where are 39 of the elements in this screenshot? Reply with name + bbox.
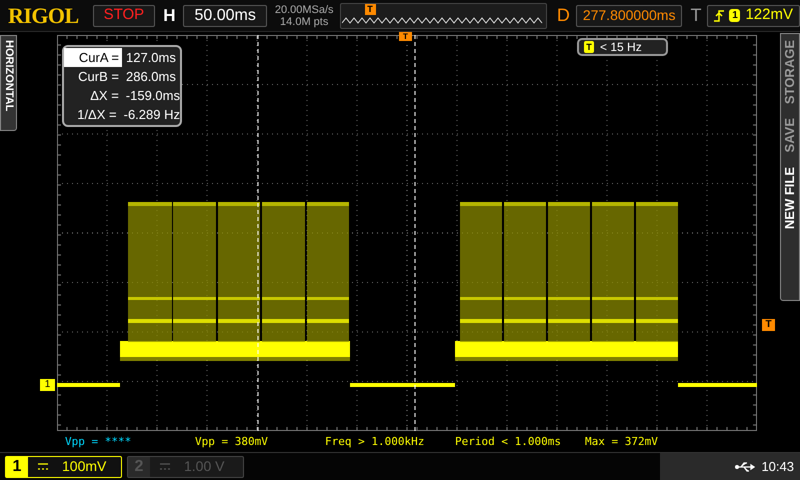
cursor-value: 286.0ms <box>126 68 176 86</box>
trigger-level-value: 122mV <box>745 5 793 26</box>
menu-item[interactable]: STORAGE <box>780 40 800 104</box>
trigger-setting-button[interactable]: 1 122mV <box>707 4 800 26</box>
trigger-position-marker: T <box>399 32 412 41</box>
cursor-value: -159.0ms <box>126 86 180 105</box>
measurement-value: Vpp = 380mV <box>195 434 268 450</box>
trigger-position-marker: T <box>364 4 376 14</box>
delay-label: D <box>556 4 570 27</box>
memory-depth: 14.0M pts <box>280 16 328 28</box>
channel-marker: 1 <box>40 379 55 391</box>
measurement-value: Vpp = **** <box>65 434 132 450</box>
menu-item[interactable]: NEW FILE <box>780 166 800 229</box>
cursor-value: -6.289 Hz <box>124 106 180 124</box>
trigger-source-badge: 1 <box>729 9 740 22</box>
cursor-label[interactable]: CurA = <box>64 48 122 68</box>
cursor-label[interactable]: ΔX = <box>64 86 122 106</box>
channel-scale: 1.00 V <box>184 457 224 476</box>
timebase-value[interactable]: 50.00ms <box>183 4 267 26</box>
horizontal-label: H <box>163 4 176 27</box>
channel-scale: 100mV <box>62 457 106 476</box>
trigger-label: T <box>690 4 702 27</box>
cursor-label[interactable]: 1/ΔX = <box>64 104 120 124</box>
sample-rate: 20.00MSa/s <box>274 4 334 16</box>
channel-number: 1 <box>6 456 28 476</box>
channel-tab[interactable]: 1 100mV <box>5 456 122 478</box>
measurement-value: Period < 1.000ms <box>455 434 561 450</box>
cursor-value: 127.0ms <box>126 48 176 67</box>
cursor-label[interactable]: CurB = <box>64 66 122 86</box>
brand-logo: RIGOL <box>8 2 79 30</box>
trigger-level-marker: T <box>762 319 775 331</box>
run-status-button[interactable]: STOP <box>92 4 156 26</box>
measurement-value: Freq > 1.000kHz <box>325 434 424 450</box>
trigger-frequency-value: < 15 Hz <box>600 39 642 56</box>
measurement-value: Max = 372mV <box>585 434 658 450</box>
menu-item[interactable]: SAVE <box>780 118 800 152</box>
delay-value[interactable]: 277.800000ms <box>576 4 682 26</box>
clock-time: 10:43 <box>761 458 794 476</box>
trigger-badge: T <box>584 41 594 53</box>
